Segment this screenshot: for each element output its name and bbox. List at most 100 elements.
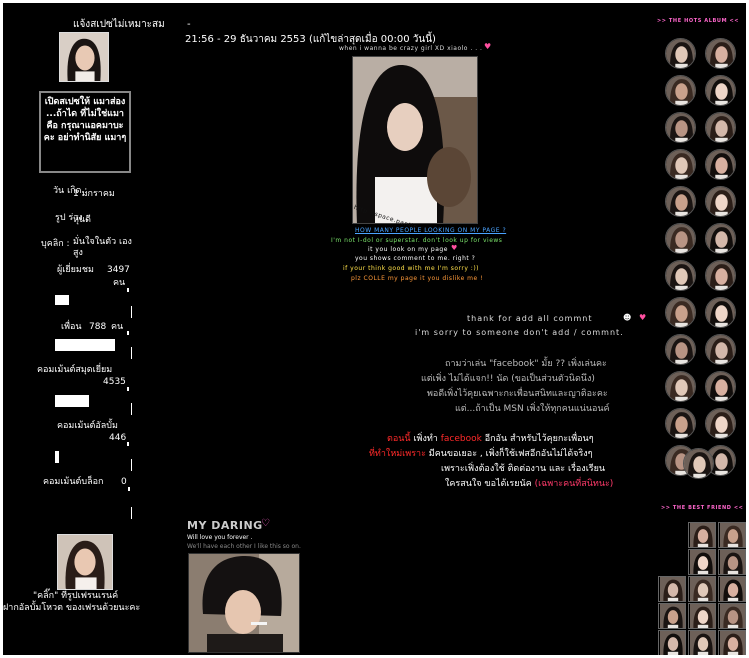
album-thumbnail[interactable] bbox=[665, 408, 696, 439]
friends-sidebar: >> THE HOTS ALBUM << >> THE BEST FRIEND … bbox=[653, 3, 746, 655]
title-dash: - bbox=[187, 19, 191, 30]
friend-thumbnail-image bbox=[706, 150, 735, 179]
best-friend-thumbnail[interactable] bbox=[658, 630, 686, 655]
best-friend-thumbnail[interactable] bbox=[718, 522, 746, 548]
message-line-1: HOW MANY PEOPLE LOOKING ON MY PAGE ? bbox=[355, 227, 507, 234]
visitors-unit: คน bbox=[113, 278, 126, 288]
daring-photo[interactable] bbox=[188, 553, 300, 653]
best-friend-thumbnail[interactable] bbox=[688, 630, 716, 655]
banner-photo[interactable] bbox=[352, 56, 478, 224]
friend-thumbnail-image bbox=[690, 631, 715, 655]
best-friend-thumbnail[interactable] bbox=[688, 549, 716, 575]
album-thumbnail[interactable] bbox=[665, 75, 696, 106]
facebook-link[interactable]: facebook bbox=[441, 434, 482, 444]
friend-thumbnail-image bbox=[706, 224, 735, 253]
facebook-note-3: เพราะเฟิ่งต้องใช้ ติดต่องาน และ เรื่องเร… bbox=[441, 464, 606, 474]
best-friend-thumbnail[interactable] bbox=[718, 549, 746, 575]
divider-mark bbox=[128, 487, 130, 491]
album-thumbnail[interactable] bbox=[705, 112, 736, 143]
page-frame: แจ้งสเปซไม่เหมาะสม เปิดสเปซให้ แมาส่อง .… bbox=[3, 3, 746, 655]
message-line-3: it you look on my page bbox=[368, 246, 448, 253]
divider-line bbox=[131, 459, 132, 471]
album-thumbnail[interactable] bbox=[705, 408, 736, 439]
profile-photo-image bbox=[60, 33, 108, 81]
friends-count: 788 bbox=[89, 322, 107, 332]
friend-thumbnail-image bbox=[720, 550, 745, 574]
album-thumbnail[interactable] bbox=[705, 334, 736, 365]
album-comments-label: คอมเม้นต์อัลบั้ม bbox=[57, 421, 118, 431]
facebook-note-4: ใครสนใจ ขอได้เรยนัค (เฉพาะคนที่สนิทนะ) bbox=[445, 476, 613, 490]
album-thumbnail[interactable] bbox=[665, 38, 696, 69]
blog-comments-label: คอมเม้นต์บล็อก bbox=[43, 477, 104, 487]
best-friend-thumbnail[interactable] bbox=[658, 576, 686, 602]
album-thumbnail[interactable] bbox=[705, 223, 736, 254]
album-thumbnail[interactable] bbox=[705, 260, 736, 291]
best-friend-thumbnail[interactable] bbox=[688, 522, 716, 548]
friend-photo[interactable] bbox=[57, 534, 113, 590]
album-thumbnail[interactable] bbox=[665, 260, 696, 291]
friend-thumbnail-image bbox=[690, 550, 715, 574]
friend-thumbnail-image bbox=[720, 577, 745, 601]
album-thumbnail[interactable] bbox=[705, 38, 736, 69]
best-friend-thumbnail[interactable] bbox=[718, 603, 746, 629]
album-thumbnail[interactable] bbox=[705, 75, 736, 106]
best-friend-thumbnail[interactable] bbox=[688, 603, 716, 629]
friend-thumbnail-image bbox=[706, 372, 735, 401]
friend-thumbnail-image bbox=[666, 39, 695, 68]
album-thumbnail[interactable] bbox=[665, 186, 696, 217]
friend-thumbnail-image bbox=[720, 523, 745, 547]
profile-sidebar: แจ้งสเปซไม่เหมาะสม เปิดสเปซให้ แมาส่อง .… bbox=[3, 3, 183, 655]
click-hint[interactable]: "คลิ๊ก" ที่รูปเฟรนเรนค์ bbox=[33, 591, 118, 602]
facebook-note-2: ที่ทำใหม่เพราะ มีคนขอเยอะ , เพิ่งก็ใช้เฟ… bbox=[369, 446, 593, 460]
daring-line-2: We'll have each other I like this so on. bbox=[187, 543, 301, 550]
divider-line bbox=[131, 347, 132, 359]
album-thumbnail[interactable] bbox=[705, 186, 736, 217]
shape-value: หุ่นดี bbox=[73, 215, 91, 225]
friend-thumbnail-image bbox=[706, 261, 735, 290]
message-line-4: you shows comment to me. right ? bbox=[355, 255, 476, 262]
best-friend-header: >> THE BEST FRIEND << bbox=[661, 505, 744, 511]
album-thumbnail[interactable] bbox=[665, 297, 696, 328]
friend-thumbnail-image bbox=[666, 335, 695, 364]
heart-icon: ♥ bbox=[639, 313, 647, 322]
friend-thumbnail-image bbox=[706, 113, 735, 142]
album-comments-count: 446 bbox=[109, 433, 127, 443]
best-friend-thumbnail[interactable] bbox=[658, 603, 686, 629]
album-thumbnail[interactable] bbox=[705, 149, 736, 180]
white-bar bbox=[55, 451, 59, 463]
facebook-question-4: แต่...ถ้าเป็น MSN เพิ่งให้ทุกคนแน่นอนค์ bbox=[455, 404, 610, 414]
emoticon-icon: ☻ bbox=[623, 313, 632, 322]
friend-thumbnail-image bbox=[666, 298, 695, 327]
daring-line-1: Will love you forever . bbox=[187, 534, 253, 541]
friend-thumbnail-image bbox=[706, 187, 735, 216]
friend-thumbnail-image bbox=[706, 76, 735, 105]
report-space-link[interactable]: แจ้งสเปซไม่เหมาะสม bbox=[73, 19, 165, 30]
best-friend-thumbnail[interactable] bbox=[688, 576, 716, 602]
album-thumbnail[interactable] bbox=[705, 371, 736, 402]
best-friend-thumbnail[interactable] bbox=[718, 576, 746, 602]
album-thumbnail[interactable] bbox=[683, 448, 714, 479]
divider-line bbox=[131, 306, 132, 318]
divider-mark bbox=[127, 288, 129, 292]
album-thumbnail[interactable] bbox=[665, 334, 696, 365]
divider-line bbox=[131, 403, 132, 415]
album-thumbnail[interactable] bbox=[705, 297, 736, 328]
visitors-count: 3497 bbox=[107, 265, 130, 275]
white-bar bbox=[55, 339, 115, 351]
profile-photo[interactable] bbox=[59, 32, 109, 82]
guestbook-comments-label: คอมเม้นต์สมุดเยี่ยม bbox=[37, 365, 113, 375]
divider-mark bbox=[127, 331, 129, 335]
best-friend-thumbnail[interactable] bbox=[718, 630, 746, 655]
note-text: อีกอัน สำหรับไว้คุยกะเพื่อนๆ bbox=[484, 434, 594, 444]
album-thumbnail[interactable] bbox=[665, 371, 696, 402]
guestbook-comments-count: 4535 bbox=[103, 377, 126, 387]
album-thumbnail[interactable] bbox=[665, 223, 696, 254]
friends-unit: คน bbox=[111, 322, 124, 332]
album-thumbnail[interactable] bbox=[665, 112, 696, 143]
friend-thumbnail-image bbox=[660, 577, 685, 601]
blog-comments-count: 0 bbox=[121, 477, 127, 487]
visitors-label: ผู้เยี่ยมชม bbox=[57, 265, 94, 275]
friend-thumbnail-image bbox=[660, 604, 685, 628]
album-thumbnail[interactable] bbox=[665, 149, 696, 180]
friend-thumbnail-image bbox=[666, 224, 695, 253]
